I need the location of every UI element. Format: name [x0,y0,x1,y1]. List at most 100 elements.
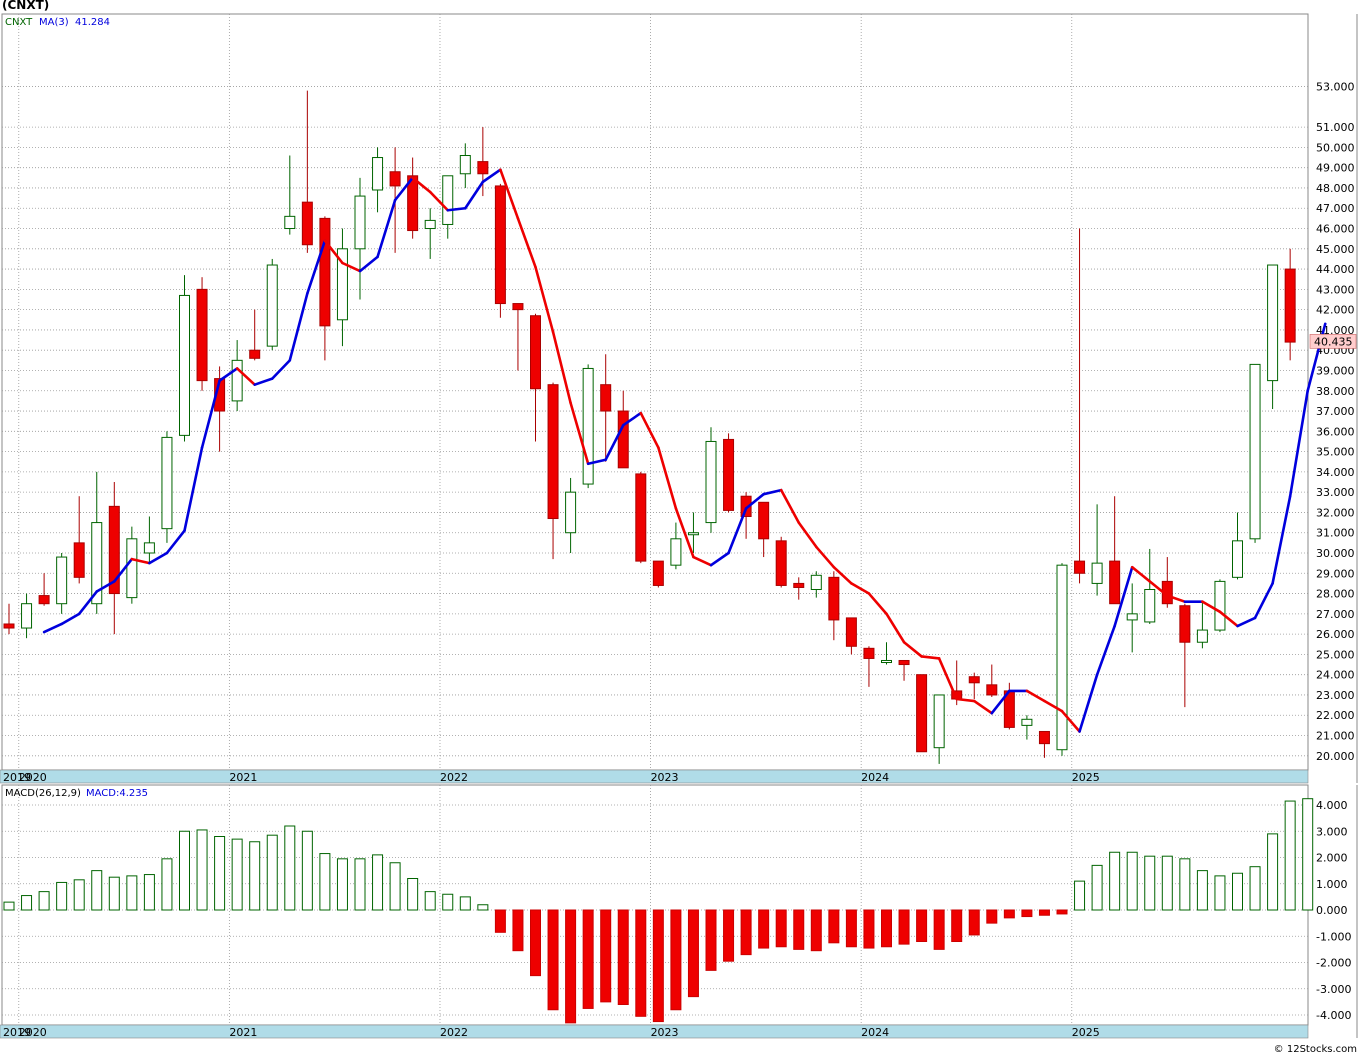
candle-body [494,185,506,305]
price-y-tick-label: 23.000 [1316,689,1355,702]
candle-body [459,155,471,175]
candle-body [1179,605,1191,643]
price-y-tick-label: 28.000 [1316,588,1355,601]
macd-bar [231,838,243,911]
candle-body [723,438,735,511]
price-y-tick-label: 21.000 [1316,730,1355,743]
price-x-tick-label: 2023 [651,771,679,784]
macd-bar [740,909,752,956]
macd-legend-value: MACD:4.235 [86,788,148,799]
price-x-tick-label: 2020 [19,771,47,784]
macd-bar [863,909,875,949]
macd-bar [828,909,840,944]
price-y-tick-label: 32.000 [1316,506,1355,519]
candle-body [143,542,155,554]
candle-body [231,359,243,402]
macd-x-tick-label: 2020 [19,1026,47,1039]
macd-bar [1126,851,1138,911]
candle-body [266,264,278,347]
price-y-tick-label: 43.000 [1316,283,1355,296]
candle-body [1021,718,1033,726]
macd-bar [3,901,15,911]
candle-body [652,560,664,586]
macd-bar [459,896,471,911]
macd-bar [1267,833,1279,911]
macd-x-tick-label: 2023 [651,1026,679,1039]
candle-body [635,473,647,562]
price-y-tick-label: 24.000 [1316,669,1355,682]
candle-body [582,367,594,485]
macd-bar [968,909,980,936]
macd-bar [775,909,787,948]
macd-panel: -4.000 -3.000 -2.000 -1.000 0.000 1.000 2.000 3… [0,784,1358,1039]
candle-body [670,538,682,566]
macd-bar [301,830,313,911]
macd-bar [1056,909,1068,915]
macd-bar [635,909,647,1017]
candle-body [600,384,612,412]
candle-body [284,215,296,230]
macd-bar [986,909,998,924]
price-y-tick-label: 47.000 [1316,202,1355,215]
macd-y-tick-label: -3.000 [1316,983,1351,996]
chart-page: (CNXT) 20.000 21.000 22.000 23.000 24.000 25.… [0,0,1360,1056]
candle-body [810,574,822,591]
macd-y-tick-label: -1.000 [1316,930,1351,943]
macd-bar [424,891,436,911]
macd-bar [1074,880,1086,911]
candle-body [301,201,313,246]
macd-bar [1003,909,1015,919]
candle-body [793,582,805,588]
candle-body [986,684,998,696]
price-x-tick-label: 2024 [861,771,889,784]
price-y-tick-label: 31.000 [1316,527,1355,540]
candle-body [775,540,787,586]
price-y-tick-label: 33.000 [1316,486,1355,499]
macd-bar [898,909,910,945]
candle-body [1091,562,1103,584]
macd-bar [582,909,594,1009]
legend-symbol: CNXT [5,17,33,28]
macd-bar [916,909,928,942]
macd-bar [56,881,68,911]
candle-body [424,219,436,230]
macd-bar [705,909,717,971]
candle-body [372,157,384,191]
macd-bar [793,909,805,950]
price-y-tick-label: 46.000 [1316,223,1355,236]
candle-body [1196,629,1208,643]
macd-bar [1284,800,1296,911]
macd-bar [617,909,629,1005]
price-y-tick-label: 37.000 [1316,405,1355,418]
price-y-tick-label: 29.000 [1316,567,1355,580]
candle-body [881,659,892,664]
price-y-tick-label: 39.000 [1316,364,1355,377]
macd-bar [494,909,506,933]
macd-bar [1249,866,1261,911]
price-y-tick-label: 51.000 [1316,121,1355,134]
macd-bar [1302,798,1314,911]
price-x-tick-label: 2025 [1072,771,1100,784]
chart-svg: 20.000 21.000 22.000 23.000 24.000 25.000 26.0… [0,13,1358,1039]
price-y-tick-label: 25.000 [1316,648,1355,661]
candle-body [179,294,190,436]
candle-body [512,303,524,311]
macd-bar [21,895,33,911]
candle-body [1284,268,1296,343]
macd-x-tick-label: 2024 [861,1026,889,1039]
macd-bar [266,834,278,911]
macd-bar [547,909,559,1011]
macd-y-tick-label: 2.000 [1316,852,1348,865]
macd-bar [810,909,822,952]
macd-y-tick-label: -4.000 [1316,1009,1351,1022]
candle-body [442,175,454,225]
macd-bar [933,909,945,950]
candle-body [1267,264,1279,382]
price-y-tick-label: 49.000 [1316,162,1355,175]
candle-body [968,676,980,684]
macd-bar [1214,875,1226,911]
macd-y-tick-label: 3.000 [1316,825,1348,838]
candle-body [1056,564,1068,751]
price-y-tick-label: 53.000 [1316,81,1355,94]
candle-body [3,623,15,629]
